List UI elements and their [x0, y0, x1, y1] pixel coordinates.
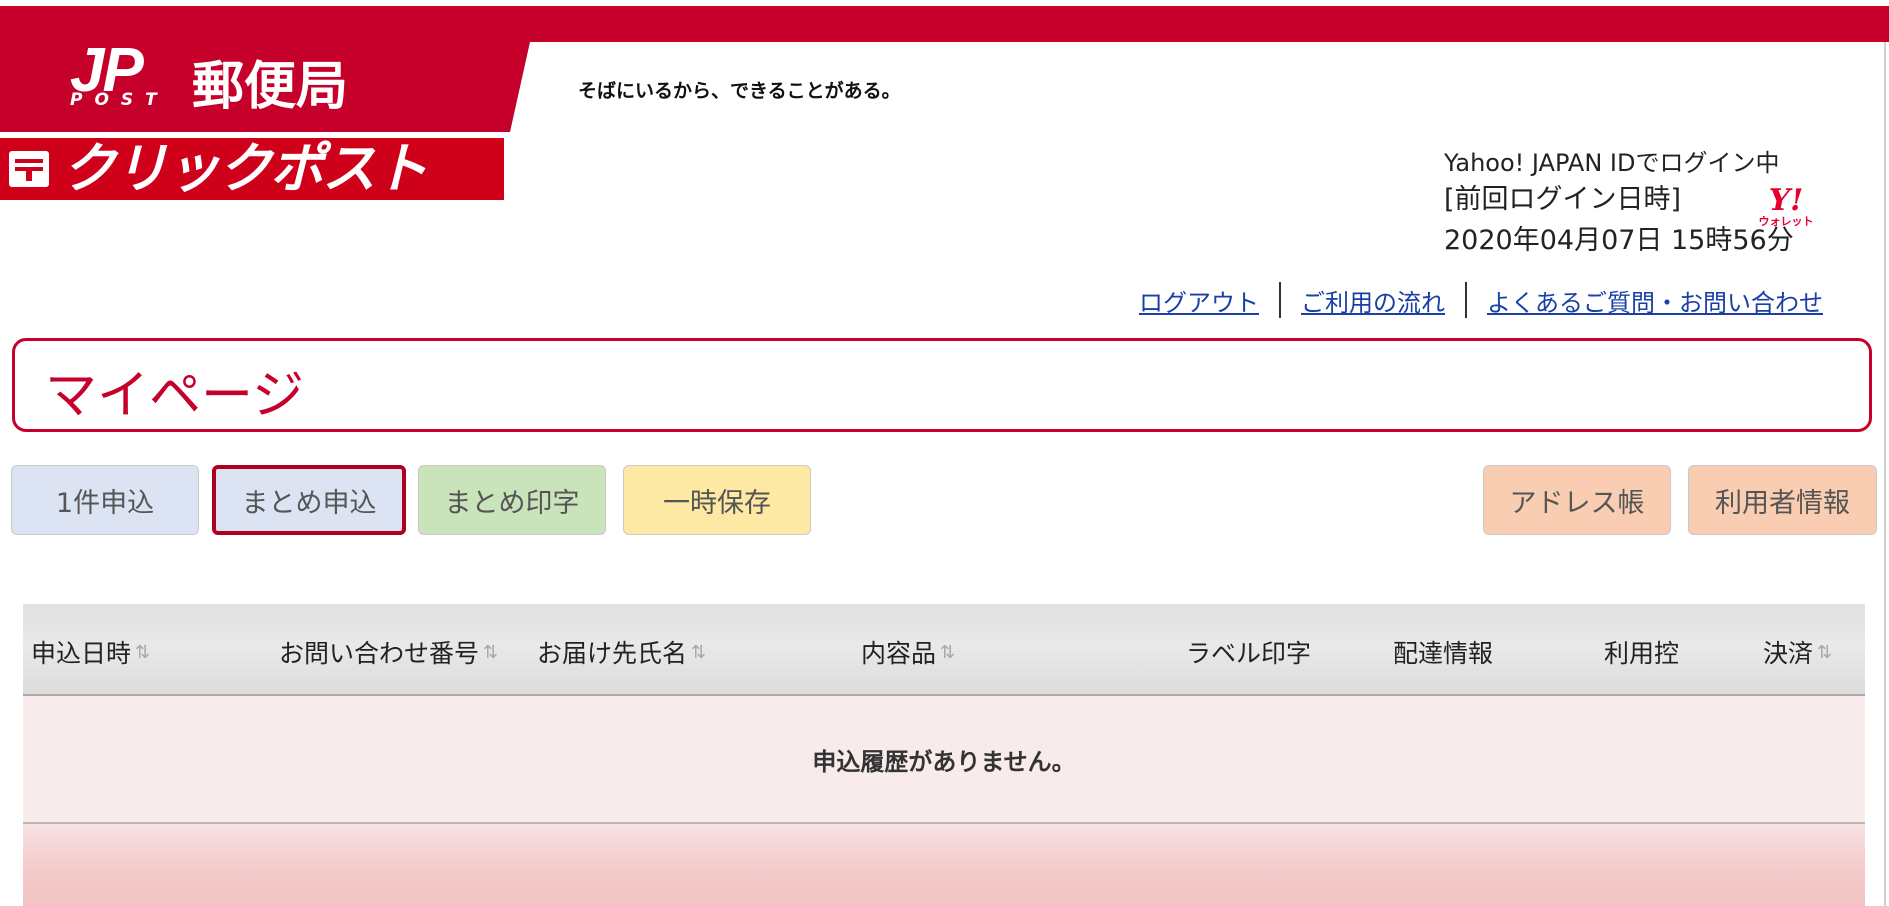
column-header-delivery-info: 配達情報 [1393, 634, 1493, 670]
postal-mark-icon [6, 146, 52, 192]
table-empty-row: 申込履歴がありません。 [23, 696, 1865, 824]
empty-history-message: 申込履歴がありません。 [812, 747, 1076, 776]
usage-flow-link[interactable]: ご利用の流れ [1301, 283, 1445, 318]
yahoo-wallet-logo: Y! ウォレット [1756, 186, 1816, 230]
column-header-recipient[interactable]: お届け先氏名 ⇅ [537, 634, 706, 670]
column-header-label: お届け先氏名 [537, 639, 688, 668]
service-title: クリックポスト [62, 137, 428, 200]
column-header-label-print: ラベル印字 [1186, 634, 1311, 670]
sort-icon[interactable]: ⇅ [483, 642, 498, 663]
faq-contact-link[interactable]: よくあるご質問・お問い合わせ [1487, 283, 1823, 318]
link-divider [1279, 282, 1281, 318]
sort-icon[interactable]: ⇅ [691, 642, 706, 663]
page-title: マイページ [45, 366, 304, 426]
sort-icon[interactable]: ⇅ [940, 642, 955, 663]
brand-name: 郵便局 [192, 57, 349, 117]
history-table-header: 申込日時 ⇅ お問い合わせ番号 ⇅ お届け先氏名 ⇅ 内容品 ⇅ ラベル印字 配… [23, 604, 1865, 696]
column-header-label: 決済 [1763, 639, 1814, 668]
post-logo-text: POST [70, 90, 169, 110]
table-footer [23, 824, 1865, 906]
column-header-label: 申込日時 [31, 639, 132, 668]
login-method: Yahoo! JAPAN IDでログイン中 [1444, 149, 1780, 177]
sort-icon[interactable]: ⇅ [1817, 642, 1832, 663]
column-header-label: 利用控 [1604, 639, 1680, 668]
yahoo-wallet-mark: Y! [1768, 183, 1804, 218]
column-header-receipt: 利用控 [1604, 634, 1679, 670]
column-header-inquiry-number[interactable]: お問い合わせ番号 ⇅ [279, 634, 498, 670]
page-title-box: マイページ [12, 338, 1872, 432]
page: JP POST 郵便局 そばにいるから、できることがある。 クリックポスト Ya… [0, 0, 1889, 906]
logout-link[interactable]: ログアウト [1139, 283, 1259, 318]
link-divider [1465, 282, 1467, 318]
sort-icon[interactable]: ⇅ [135, 642, 150, 663]
service-banner: クリックポスト [0, 138, 504, 200]
column-header-date[interactable]: 申込日時 ⇅ [31, 634, 150, 670]
tagline: そばにいるから、できることがある。 [578, 80, 901, 102]
single-application-button[interactable]: 1件申込 [11, 465, 199, 535]
yahoo-wallet-text: ウォレット [1758, 215, 1814, 228]
temporary-save-button[interactable]: 一時保存 [623, 465, 811, 535]
column-header-label: 配達情報 [1393, 639, 1494, 668]
header-links: ログアウト ご利用の流れ よくあるご質問・お問い合わせ [1139, 282, 1823, 318]
column-header-contents[interactable]: 内容品 ⇅ [861, 634, 955, 670]
bulk-print-button[interactable]: まとめ印字 [418, 465, 606, 535]
column-header-payment[interactable]: 決済 ⇅ [1763, 634, 1832, 670]
user-info-button[interactable]: 利用者情報 [1688, 465, 1877, 535]
column-header-label: ラベル印字 [1186, 639, 1312, 668]
address-book-button[interactable]: アドレス帳 [1483, 465, 1671, 535]
bulk-application-button[interactable]: まとめ申込 [212, 465, 406, 535]
column-header-label: お問い合わせ番号 [279, 639, 480, 668]
column-header-label: 内容品 [861, 639, 937, 668]
page-border [1884, 42, 1886, 906]
